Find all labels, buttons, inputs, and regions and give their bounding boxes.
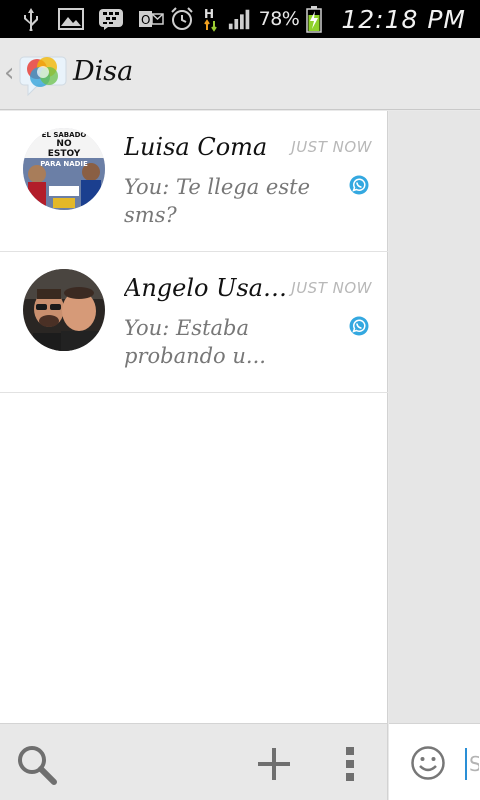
message-time: JUST NOW	[291, 138, 372, 156]
message-preview: You: Estaba probando u...	[124, 316, 266, 368]
selfie-photo-avatar[interactable]	[23, 269, 105, 351]
chevron-left-icon[interactable]: ‹	[4, 58, 14, 88]
disa-logo-icon[interactable]	[18, 51, 68, 99]
action-bar: ‹ Disa	[0, 38, 480, 110]
contact-name: Angelo Usa ...	[124, 274, 290, 302]
avatar-caption-line: NO	[56, 139, 72, 149]
usb-icon	[18, 7, 44, 31]
conversation-list: EL SABADO NO ESTOY PARA NADIE Luisa Coma…	[0, 111, 388, 723]
data-h-icon: H	[201, 7, 221, 32]
avatar-caption-line: PARA NADIE	[40, 160, 88, 168]
conversation-row[interactable]: Angelo Usa ... JUST NOW You: Estaba prob…	[0, 252, 388, 393]
signal-icon	[227, 7, 253, 31]
group-photo-avatar[interactable]: EL SABADO NO ESTOY PARA NADIE	[23, 128, 105, 210]
bbm-icon	[98, 7, 124, 31]
avatar-caption-line: ESTOY	[48, 149, 81, 159]
whatsapp-icon	[349, 175, 369, 195]
status-bar-system: H 78% 12:18 PM	[169, 4, 466, 34]
svg-text:H: H	[204, 7, 214, 21]
outlook-icon: O	[138, 7, 164, 31]
alarm-icon	[169, 7, 195, 31]
plus-icon[interactable]	[252, 742, 296, 786]
message-input[interactable]: S	[465, 748, 479, 780]
app-title: Disa	[73, 56, 134, 87]
message-time: JUST NOW	[291, 279, 372, 297]
battery-percent: 78%	[258, 8, 300, 30]
conversation-detail-pane	[389, 111, 480, 723]
smiley-icon[interactable]	[410, 745, 446, 781]
message-composer: S	[389, 723, 480, 800]
overflow-menu-icon[interactable]	[328, 742, 372, 786]
whatsapp-icon	[349, 316, 369, 336]
avatar-caption-line: EL SABADO	[42, 131, 87, 139]
status-bar: O H 78% 12:18 PM	[0, 0, 480, 38]
gallery-icon	[58, 7, 84, 31]
battery-charging-icon	[305, 6, 323, 33]
search-icon[interactable]	[14, 742, 58, 786]
svg-text:O: O	[141, 13, 150, 27]
contact-name: Luisa Coma	[124, 133, 268, 161]
clock: 12:18 PM	[341, 4, 466, 34]
bottom-toolbar	[0, 723, 388, 800]
status-bar-notifications: O	[18, 6, 164, 32]
conversation-row[interactable]: EL SABADO NO ESTOY PARA NADIE Luisa Coma…	[0, 111, 388, 252]
message-preview: You: Te llega este sms?	[124, 175, 311, 227]
